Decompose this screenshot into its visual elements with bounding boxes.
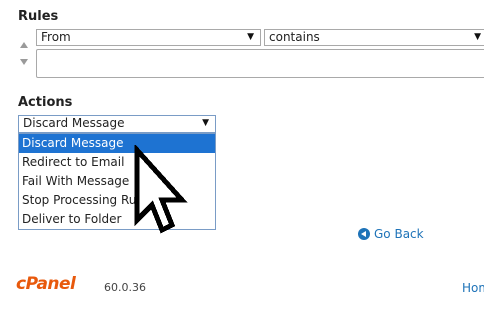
action-selected-value: Discard Message — [23, 116, 125, 130]
rule-value-input[interactable] — [36, 49, 484, 78]
rule-field-value: From — [41, 30, 71, 44]
go-back-link[interactable]: Go Back — [358, 227, 424, 241]
move-down-icon[interactable] — [19, 58, 29, 66]
rule-field-select[interactable]: From ▼ — [36, 29, 261, 46]
cpanel-logo[interactable]: cPanel — [16, 274, 76, 294]
mouse-pointer-icon — [132, 143, 192, 239]
rules-heading: Rules — [18, 9, 59, 24]
action-select[interactable]: Discard Message ▼ — [18, 115, 216, 133]
chevron-down-icon: ▼ — [474, 32, 481, 42]
chevron-down-icon: ▼ — [202, 118, 209, 128]
chevron-down-icon: ▼ — [247, 32, 254, 42]
version-text: 60.0.36 — [104, 281, 146, 294]
go-back-label: Go Back — [374, 227, 424, 241]
actions-heading: Actions — [18, 95, 73, 110]
move-up-icon[interactable] — [19, 41, 29, 49]
arrow-left-circle-icon — [358, 228, 370, 240]
rule-match-select[interactable]: contains ▼ — [264, 29, 484, 46]
rule-match-value: contains — [269, 30, 320, 44]
home-link[interactable]: Hom — [462, 281, 484, 295]
